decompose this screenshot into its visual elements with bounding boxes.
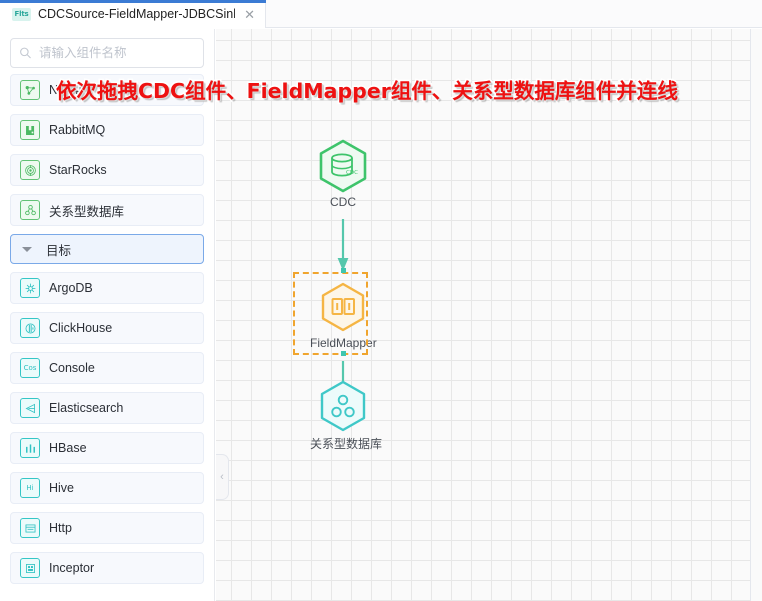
component-item-starrocks[interactable]: StarRocks bbox=[10, 154, 204, 186]
component-item-console[interactable]: Cos Console bbox=[10, 352, 204, 384]
component-label: Console bbox=[49, 361, 95, 375]
rabbitmq-icon bbox=[20, 120, 40, 140]
app-root: Flts CDCSource-FieldMapper-JDBCSink ✕ bbox=[0, 0, 762, 601]
hbase-icon bbox=[20, 438, 40, 458]
sidebar-collapse-handle[interactable]: ‹ bbox=[216, 454, 229, 500]
component-sidebar: Neo4j RabbitMQ bbox=[0, 29, 215, 601]
component-label: StarRocks bbox=[49, 163, 107, 177]
close-icon[interactable]: ✕ bbox=[242, 8, 257, 21]
component-item-rabbitmq[interactable]: RabbitMQ bbox=[10, 114, 204, 146]
node-label: CDC bbox=[310, 195, 376, 209]
component-label: Http bbox=[49, 521, 72, 535]
component-item-inceptor[interactable]: Inceptor bbox=[10, 552, 204, 584]
search-box[interactable] bbox=[10, 38, 204, 68]
search-container bbox=[0, 29, 214, 74]
cdc-database-icon: CDC bbox=[315, 138, 371, 194]
component-list: Neo4j RabbitMQ bbox=[0, 74, 214, 584]
http-icon bbox=[20, 518, 40, 538]
node-relational-database[interactable]: 关系型数据库 bbox=[310, 378, 376, 452]
argodb-icon bbox=[20, 278, 40, 298]
selection-handle-top[interactable] bbox=[341, 268, 346, 273]
group-label: 目标 bbox=[46, 240, 71, 259]
chevron-left-icon: ‹ bbox=[220, 472, 224, 483]
rdb-icon bbox=[20, 200, 40, 220]
edge-cdc-to-fieldmapper[interactable] bbox=[331, 217, 355, 273]
component-item-argodb[interactable]: ArgoDB bbox=[10, 272, 204, 304]
component-label: Hive bbox=[49, 481, 74, 495]
svg-text:CDC: CDC bbox=[346, 170, 358, 176]
field-mapper-icon bbox=[315, 279, 371, 335]
component-item-http[interactable]: Http bbox=[10, 512, 204, 544]
elasticsearch-icon bbox=[20, 398, 40, 418]
tab-cdcsource-fieldmapper-jdbcsink[interactable]: Flts CDCSource-FieldMapper-JDBCSink ✕ bbox=[0, 0, 266, 28]
component-label: Inceptor bbox=[49, 561, 94, 575]
starrocks-icon bbox=[20, 160, 40, 180]
component-label: Elasticsearch bbox=[49, 401, 123, 415]
node-label: 关系型数据库 bbox=[310, 435, 376, 452]
clickhouse-icon bbox=[20, 318, 40, 338]
component-label: 关系型数据库 bbox=[49, 201, 124, 220]
component-label: RabbitMQ bbox=[49, 123, 105, 137]
chevron-down-icon bbox=[22, 247, 32, 252]
neo4j-icon bbox=[20, 80, 40, 100]
component-item-clickhouse[interactable]: ClickHouse bbox=[10, 312, 204, 344]
component-label: HBase bbox=[49, 441, 87, 455]
node-cdc[interactable]: CDC CDC bbox=[310, 138, 376, 209]
component-item-hive[interactable]: Hi Hive bbox=[10, 472, 204, 504]
tab-bar: Flts CDCSource-FieldMapper-JDBCSink ✕ bbox=[0, 0, 762, 28]
search-input[interactable] bbox=[39, 39, 203, 67]
inceptor-icon bbox=[20, 558, 40, 578]
component-label: ArgoDB bbox=[49, 281, 93, 295]
search-icon bbox=[19, 47, 32, 60]
component-item-relational-database[interactable]: 关系型数据库 bbox=[10, 194, 204, 226]
selection-handle-bottom[interactable] bbox=[341, 351, 346, 356]
flow-canvas[interactable]: ‹ CDC CDC bbox=[216, 29, 750, 601]
component-label: ClickHouse bbox=[49, 321, 112, 335]
annotation-text: 依次拖拽CDC组件、FieldMapper组件、关系型数据库组件并连线 bbox=[56, 74, 678, 104]
group-header-target[interactable]: 目标 bbox=[10, 234, 204, 264]
hive-icon: Hi bbox=[20, 478, 40, 498]
console-icon: Cos bbox=[20, 358, 40, 378]
component-item-elasticsearch[interactable]: Elasticsearch bbox=[10, 392, 204, 424]
component-item-hbase[interactable]: HBase bbox=[10, 432, 204, 464]
tab-title: CDCSource-FieldMapper-JDBCSink bbox=[38, 7, 235, 21]
relational-db-icon bbox=[315, 378, 371, 434]
node-fieldmapper[interactable]: FieldMapper bbox=[310, 279, 376, 350]
flow-icon: Flts bbox=[12, 8, 31, 21]
right-panel-edge bbox=[750, 29, 762, 601]
node-label: FieldMapper bbox=[310, 336, 376, 350]
